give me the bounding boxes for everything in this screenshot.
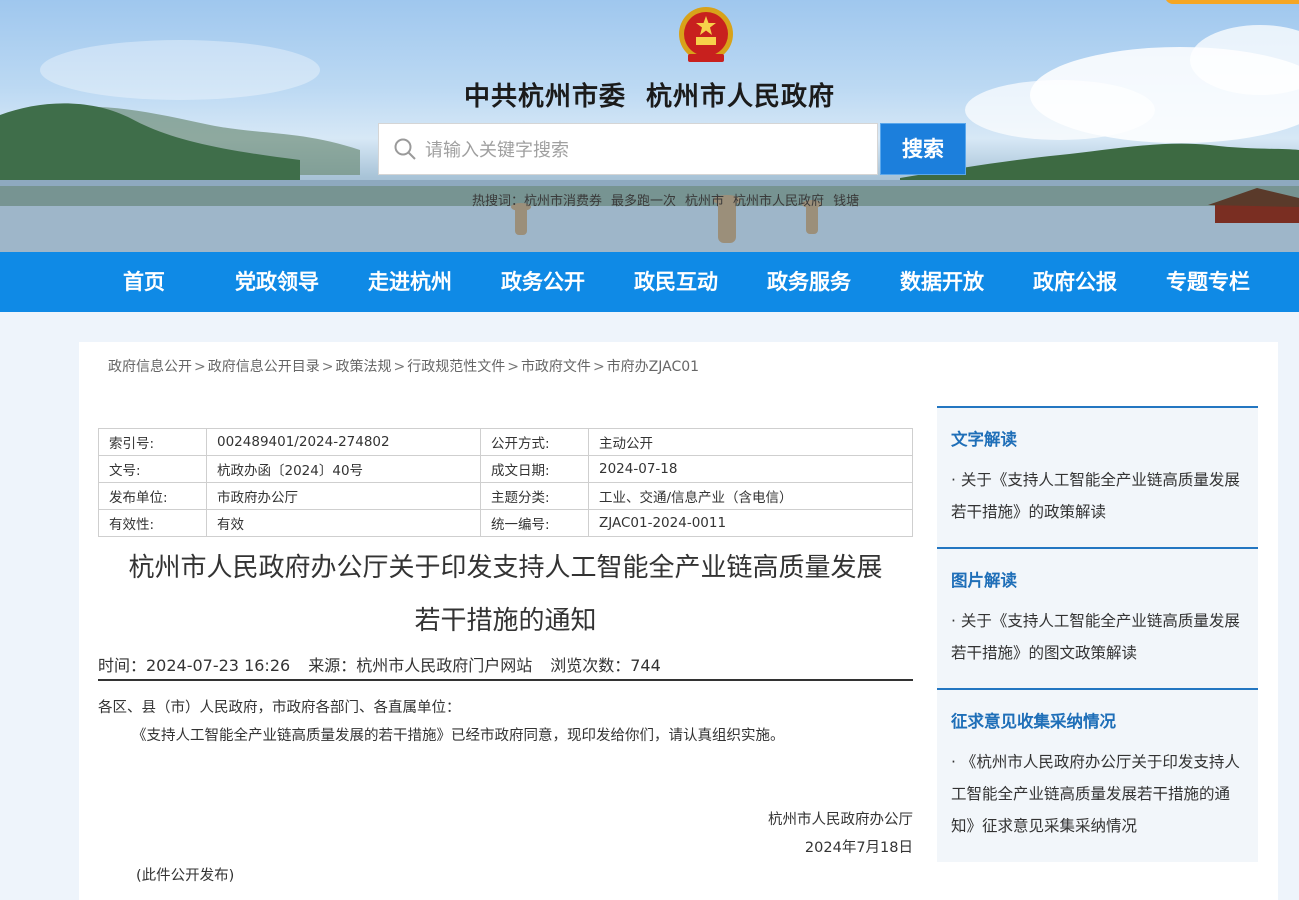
- publish-time: 时间：2024-07-23 16:26: [98, 656, 291, 675]
- sidebar-link[interactable]: · 关于《支持人工智能全产业链高质量发展若干措施》的政策解读: [951, 464, 1251, 528]
- breadcrumb-separator: >: [194, 359, 206, 375]
- sidebar-block-feedback-adoption: 征求意见收集采纳情况 · 《杭州市人民政府办公厅关于印发支持人工智能全产业链高质…: [937, 688, 1258, 862]
- nav-item-open-data[interactable]: 数据开放: [877, 252, 1007, 312]
- document-meta-table: 索引号: 002489401/2024-274802 公开方式: 主动公开 文号…: [98, 428, 913, 537]
- breadcrumb-separator: >: [507, 359, 519, 375]
- document-info-bar: 时间：2024-07-23 16:26 来源：杭州市人民政府门户网站 浏览次数：74…: [98, 652, 679, 676]
- sidebar-block-title: 文字解读: [951, 430, 1017, 449]
- meta-value: 002489401/2024-274802: [206, 428, 481, 456]
- site-title: 中共杭州市委 杭州市人民政府: [0, 76, 1299, 113]
- hot-search-bar: 热搜词：杭州市消费券 最多跑一次 杭州市 杭州市人民政府 钱塘: [472, 190, 868, 209]
- nav-item-services[interactable]: 政务服务: [744, 252, 874, 312]
- site-title-government: 杭州市人民政府: [646, 82, 836, 112]
- breadcrumb-item[interactable]: 政策法规: [335, 359, 391, 375]
- sidebar-block-image-interpretation: 图片解读 · 关于《支持人工智能全产业链高质量发展若干措施》的图文政策解读: [937, 547, 1258, 689]
- sidebar-link[interactable]: · 《杭州市人民政府办公厅关于印发支持人工智能全产业链高质量发展若干措施的通知》…: [951, 746, 1251, 842]
- table-row: 有效性: 有效 统一编号: ZJAC01-2024-0011: [98, 509, 913, 537]
- meta-value: 2024-07-18: [588, 455, 913, 483]
- meta-value: 有效: [206, 509, 481, 537]
- meta-key: 成文日期:: [480, 455, 589, 483]
- table-row: 发布单位: 市政府办公厅 主题分类: 工业、交通/信息产业（含电信）: [98, 482, 913, 510]
- nav-item-gazette[interactable]: 政府公报: [1010, 252, 1140, 312]
- meta-key: 主题分类:: [480, 482, 589, 510]
- nav-item-interaction[interactable]: 政民互动: [611, 252, 741, 312]
- document-title-line: 杭州市人民政府办公厅关于印发支持人工智能全产业链高质量发展: [128, 553, 883, 583]
- hot-search-label-term[interactable]: 热搜词：杭州市消费券: [472, 194, 602, 209]
- nav-item-leadership[interactable]: 党政领导: [212, 252, 342, 312]
- meta-key: 统一编号:: [480, 509, 589, 537]
- table-row: 文号: 杭政办函〔2024〕40号 成文日期: 2024-07-18: [98, 455, 913, 483]
- meta-value: 主动公开: [588, 428, 913, 456]
- document-title: 杭州市人民政府办公厅关于印发支持人工智能全产业链高质量发展 若干措施的通知: [98, 542, 913, 648]
- meta-key: 索引号:: [98, 428, 207, 456]
- breadcrumb-separator: >: [592, 359, 605, 375]
- meta-key: 文号:: [98, 455, 207, 483]
- nav-item-about-hangzhou[interactable]: 走进杭州: [345, 252, 475, 312]
- nav-item-special-topics[interactable]: 专题专栏: [1143, 252, 1273, 312]
- breadcrumb-item[interactable]: 政府信息公开目录: [208, 359, 320, 375]
- site-title-party: 中共杭州市委: [463, 82, 626, 112]
- breadcrumb-item[interactable]: 政府信息公开: [108, 359, 192, 375]
- table-row: 索引号: 002489401/2024-274802 公开方式: 主动公开: [98, 428, 913, 456]
- meta-value: 杭政办函〔2024〕40号: [206, 455, 481, 483]
- meta-value: ZJAC01-2024-0011: [588, 509, 913, 537]
- hot-search-term[interactable]: 钱塘: [833, 194, 859, 209]
- document-body-paragraph: 《支持人工智能全产业链高质量发展的若干措施》已经市政府同意，现印发给你们，请认真…: [132, 728, 785, 744]
- breadcrumb-item[interactable]: 行政规范性文件: [407, 359, 505, 375]
- hot-search-term[interactable]: 最多跑一次: [611, 194, 676, 209]
- header-banner: 中共杭州市委杭州市人民政府 搜索 热搜词：杭州市消费券最多跑一次杭州市杭州市人民…: [0, 0, 1299, 252]
- search-box: [378, 123, 878, 176]
- national-emblem-icon: [679, 7, 733, 62]
- search-icon: [394, 138, 416, 160]
- view-count: 浏览次数：744: [550, 656, 661, 675]
- public-release-note: (此件公开发布): [136, 868, 235, 884]
- hot-search-term[interactable]: 杭州市: [685, 194, 724, 209]
- corner-tab[interactable]: [1165, 0, 1299, 4]
- sidebar-block-title: 图片解读: [951, 571, 1017, 590]
- meta-value: 工业、交通/信息产业（含电信）: [588, 482, 913, 510]
- search-input[interactable]: [423, 124, 867, 176]
- sidebar-block-title: 征求意见收集采纳情况: [951, 712, 1116, 731]
- meta-key: 发布单位:: [98, 482, 207, 510]
- document-signer: 杭州市人民政府办公厅: [768, 812, 913, 828]
- breadcrumb-separator: >: [393, 359, 406, 375]
- hot-search-term[interactable]: 杭州市人民政府: [733, 194, 824, 209]
- search-button[interactable]: 搜索: [880, 123, 966, 175]
- content-panel: 政府信息公开 > 政府信息公开目录 > 政策法规 > 行政规范性文件 > 市政府文件 > 市府办ZJ…: [79, 342, 1278, 900]
- breadcrumb-item[interactable]: 市府办ZJAC01: [607, 359, 699, 375]
- document-source: 来源：杭州市人民政府门户网站: [308, 656, 533, 675]
- nav-item-home[interactable]: 首页: [79, 252, 209, 312]
- main-nav: 首页 党政领导 走进杭州 政务公开 政民互动 政务服务 数据开放 政府公报 专题…: [0, 252, 1299, 312]
- sidebar-link[interactable]: · 关于《支持人工智能全产业链高质量发展若干措施》的图文政策解读: [951, 605, 1251, 669]
- document-sign-date: 2024年7月18日: [804, 840, 913, 856]
- meta-key: 有效性:: [98, 509, 207, 537]
- meta-key: 公开方式:: [480, 428, 589, 456]
- nav-item-government-affairs[interactable]: 政务公开: [478, 252, 608, 312]
- document-title-line: 若干措施的通知: [414, 606, 597, 636]
- meta-value: 市政府办公厅: [206, 482, 481, 510]
- breadcrumb-item[interactable]: 市政府文件: [521, 359, 591, 375]
- document-salutation: 各区、县（市）人民政府，市政府各部门、各直属单位：: [98, 700, 461, 716]
- breadcrumb-separator: >: [321, 359, 334, 375]
- sidebar-block-text-interpretation: 文字解读 · 关于《支持人工智能全产业链高质量发展若干措施》的政策解读: [937, 406, 1258, 548]
- title-divider: [98, 679, 913, 681]
- breadcrumb: 政府信息公开 > 政府信息公开目录 > 政策法规 > 行政规范性文件 > 市政府文件 > 市府办ZJ…: [108, 356, 699, 376]
